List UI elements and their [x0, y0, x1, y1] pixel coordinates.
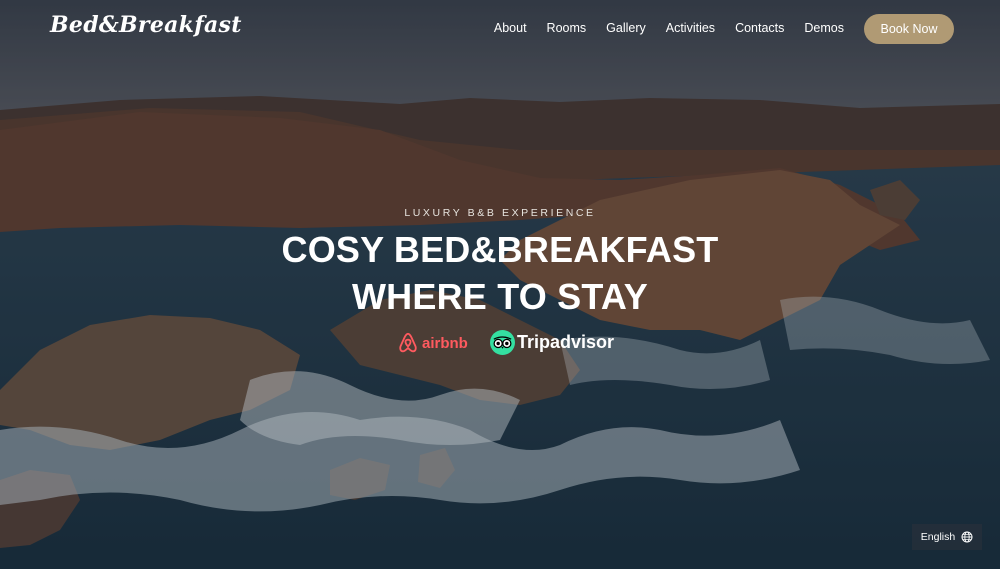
- hero-title-line-2: WHERE TO STAY: [352, 276, 648, 317]
- nav-item-about[interactable]: About: [494, 21, 527, 35]
- tripadvisor-link[interactable]: Tripadvisor: [490, 330, 614, 355]
- globe-icon: [961, 531, 973, 543]
- book-now-button[interactable]: Book Now: [864, 14, 954, 44]
- airbnb-icon: [399, 332, 417, 353]
- hero-tagline: LUXURY B&B EXPERIENCE: [404, 207, 596, 219]
- language-selector[interactable]: English: [912, 524, 982, 550]
- site-logo[interactable]: Bed&Breakfast: [50, 12, 242, 38]
- nav-item-contacts[interactable]: Contacts: [735, 21, 784, 35]
- hero-section: Bed&Breakfast About Rooms Gallery Activi…: [0, 0, 1000, 569]
- partner-logos: airbnb Tripadvisor: [0, 330, 1000, 360]
- hero-title-line-1: COSY BED&BREAKFAST: [281, 229, 719, 270]
- nav-item-rooms[interactable]: Rooms: [547, 21, 587, 35]
- nav-item-gallery[interactable]: Gallery: [606, 21, 646, 35]
- tripadvisor-owl-icon: [490, 330, 515, 355]
- airbnb-link[interactable]: airbnb: [398, 332, 468, 354]
- airbnb-label: airbnb: [422, 334, 468, 352]
- language-label: English: [920, 531, 956, 543]
- main-menu: About Rooms Gallery Activities Contacts …: [474, 21, 844, 35]
- tripadvisor-label: Tripadvisor: [517, 332, 615, 352]
- nav-item-demos[interactable]: Demos: [804, 21, 844, 35]
- nav-item-activities[interactable]: Activities: [666, 21, 715, 35]
- top-navigation: Bed&Breakfast About Rooms Gallery Activi…: [0, 0, 1000, 60]
